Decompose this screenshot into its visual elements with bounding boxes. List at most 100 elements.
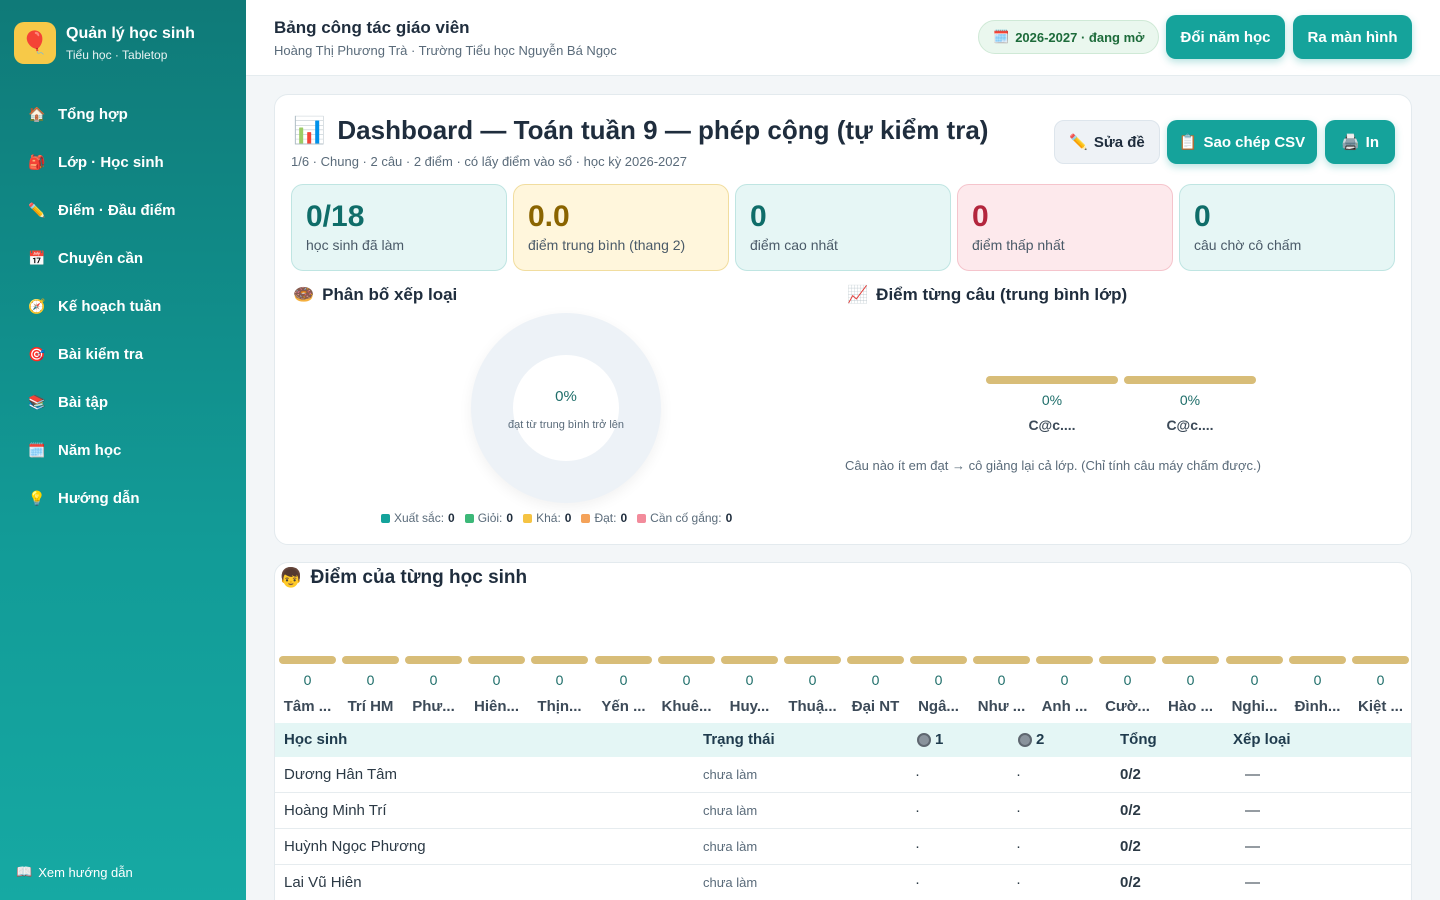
total-score: 0/2 (1120, 766, 1141, 783)
donut-percent: 0% (555, 388, 577, 405)
donut-icon: 🍩 (293, 285, 315, 304)
child-icon: 👦 (279, 568, 303, 589)
student-score-label: Yến ... (601, 698, 646, 715)
table-header: Học sinh Trạng thái 1 2 Tổng Xếp loại (275, 723, 1411, 757)
edit-test-button[interactable]: ✏️ Sửa đề (1054, 120, 1160, 164)
pencil-icon: ✏️ (1069, 134, 1088, 151)
sidebar-item-tong-hop[interactable]: 🏠 Tổng hợp (0, 90, 246, 138)
donut-hole (513, 355, 619, 461)
q2-score: · (1016, 838, 1021, 855)
student-score-label: Đình... (1294, 698, 1341, 715)
student-status: chưa làm (703, 839, 758, 854)
table-row[interactable]: Dương Hân Tâm chưa làm · · 0/2 — (275, 757, 1411, 793)
legend-item-xuat-sac: Xuất sắc: 0 (381, 511, 455, 525)
rank: — (1245, 838, 1260, 855)
change-year-button[interactable]: Đổi năm học (1166, 15, 1285, 59)
student-score-bar (405, 656, 462, 664)
rank: — (1245, 766, 1260, 783)
student-name: Dương Hân Tâm (284, 766, 397, 783)
sidebar-item-ke-hoach-tuan[interactable]: 🧭 Kế hoạch tuần (0, 282, 246, 330)
stat-label: điểm cao nhất (750, 237, 838, 253)
distribution-title-text: Phân bố xếp loại (322, 285, 458, 304)
gear-icon (1018, 732, 1032, 747)
student-score-bar (1162, 656, 1219, 664)
question-bar (986, 376, 1118, 384)
student-status: chưa làm (703, 875, 758, 890)
stat-value: 0 (1194, 200, 1211, 233)
legend-label: Xuất sắc: (394, 511, 445, 525)
student-score-bar (1099, 656, 1156, 664)
stat-label: câu chờ cô chấm (1194, 237, 1302, 253)
student-name: Hoàng Minh Trí (284, 802, 387, 819)
print-button[interactable]: 🖨️ In (1325, 120, 1395, 164)
col-q1[interactable]: 1 (917, 731, 943, 748)
exit-screen-button[interactable]: Ra màn hình (1293, 15, 1412, 59)
table-row[interactable]: Huỳnh Ngọc Phương chưa làm · · 0/2 — (275, 829, 1411, 865)
student-score-value: 0 (1250, 672, 1259, 688)
student-score-value: 0 (492, 672, 501, 688)
student-score-value: 0 (303, 672, 312, 688)
legend-item-can-co-gang: Cần cố gắng: 0 (637, 511, 732, 525)
edit-test-label: Sửa đề (1093, 133, 1145, 151)
sidebar-item-lop-hoc-sinh[interactable]: 🎒 Lớp · Học sinh (0, 138, 246, 186)
stat-value: 0 (750, 200, 767, 233)
table-row[interactable]: Hoàng Minh Trí chưa làm · · 0/2 — (275, 793, 1411, 829)
sidebar-item-chuyen-can[interactable]: 📅 Chuyên cần (0, 234, 246, 282)
sidebar-item-nam-hoc[interactable]: 🗓️ Năm học (0, 426, 246, 474)
sidebar-item-label: Bài tập (58, 393, 109, 411)
student-score-label: Như ... (977, 698, 1026, 715)
legend-count: 0 (506, 511, 514, 525)
topbar: Bảng công tác giáo viên Hoàng Thị Phương… (246, 0, 1440, 76)
legend-label: Giỏi: (477, 511, 503, 525)
student-score-label: Ngâ... (918, 698, 959, 715)
student-score-bar (468, 656, 525, 664)
students-card: 👦 Điểm của từng học sinh 0 Tâm ... 0 Trí HM… (274, 562, 1412, 900)
sidebar-item-huong-dan[interactable]: 💡 Hướng dẫn (0, 474, 246, 522)
student-score-value: 0 (1376, 672, 1385, 688)
stat-value: 0/18 (306, 200, 365, 233)
q1-score: · (915, 802, 920, 819)
stat-lowest: 0 điểm thấp nhất (957, 184, 1173, 271)
student-score-bar (531, 656, 588, 664)
sidebar-item-label: Hướng dẫn (58, 489, 140, 507)
dashboard-card: 📊 Dashboard — Toán tuần 9 — phép cộng (t… (274, 94, 1412, 545)
student-score-value: 0 (808, 672, 817, 688)
q1-score: · (915, 766, 920, 783)
legend-label: Cần cố gắng: (650, 511, 722, 525)
donut-caption: đạt từ trung bình trở lên (507, 419, 625, 431)
q2-score: · (1016, 874, 1021, 891)
student-score-value: 0 (619, 672, 628, 688)
student-score-value: 0 (997, 672, 1006, 688)
sidebar-item-bai-kiem-tra[interactable]: 🎯 Bài kiểm tra (0, 330, 246, 378)
bar-chart-icon: 📊 (293, 115, 326, 145)
col-q2[interactable]: 2 (1018, 731, 1044, 748)
copy-csv-label: Sao chép CSV (1203, 133, 1306, 151)
brand-subtitle: Tiểu học · Tabletop (66, 48, 168, 62)
col-status[interactable]: Trạng thái (703, 731, 775, 748)
student-score-bar (1226, 656, 1283, 664)
view-guide-link[interactable]: 📖 Xem hướng dẫn (16, 864, 133, 880)
q2-score: · (1016, 766, 1021, 783)
col-student[interactable]: Học sinh (284, 731, 347, 748)
col-rank[interactable]: Xếp loại (1233, 731, 1291, 748)
sidebar-item-diem[interactable]: ✏️ Điểm · Đầu điểm (0, 186, 246, 234)
brand-title: Quản lý học sinh (66, 25, 195, 42)
student-score-bar (342, 656, 399, 664)
copy-csv-button[interactable]: 📋 Sao chép CSV (1167, 120, 1317, 164)
student-status: chưa làm (703, 767, 758, 782)
student-score-bar (1352, 656, 1409, 664)
line-chart-icon: 📈 (847, 285, 869, 304)
student-score-label: Nghi... (1231, 698, 1278, 715)
student-score-value: 0 (934, 672, 943, 688)
legend-swatch (523, 513, 533, 523)
printer-icon: 🖨️ (1340, 134, 1360, 151)
q2-score: · (1016, 802, 1021, 819)
sidebar-item-bai-tap[interactable]: 📚 Bài tập (0, 378, 246, 426)
sidebar-item-label: Tổng hợp (58, 105, 128, 123)
legend-swatch (464, 513, 474, 523)
student-score-bar (279, 656, 336, 664)
dashboard-title: 📊 Dashboard — Toán tuần 9 — phép cộng (t… (293, 115, 988, 146)
brand: 🎈 Quản lý học sinh Tiểu học · Tabletop (0, 0, 246, 64)
col-total[interactable]: Tổng (1120, 731, 1157, 748)
table-row[interactable]: Lai Vũ Hiên chưa làm · · 0/2 — (275, 865, 1411, 900)
